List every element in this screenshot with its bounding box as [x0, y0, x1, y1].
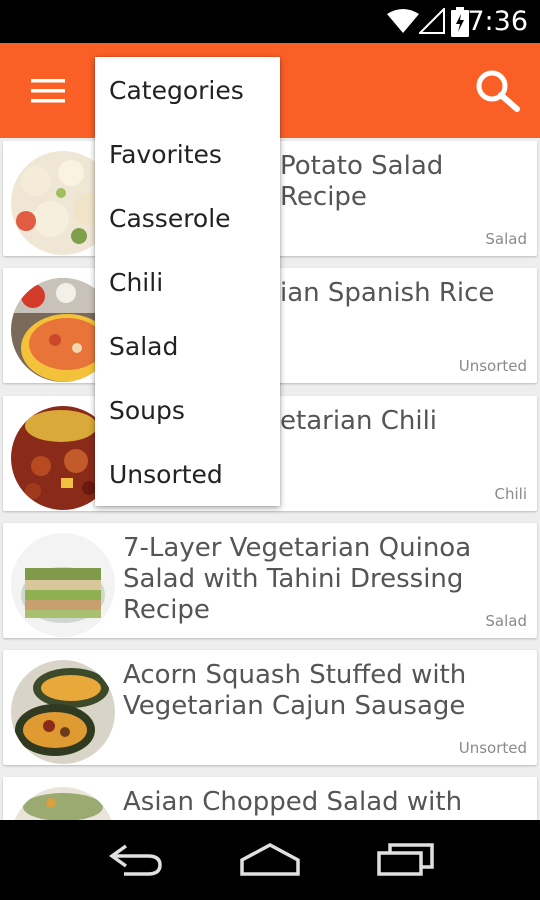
- recipe-title: etarian Chili: [280, 406, 438, 436]
- status-bar: 7:36: [0, 0, 540, 43]
- status-time: 7:36: [467, 6, 528, 37]
- recipe-category: Salad: [485, 612, 527, 630]
- wifi-icon: [386, 8, 420, 39]
- home-button-icon[interactable]: [238, 842, 302, 881]
- recipe-title: 7-Layer Vegetarian Quinoa Salad with Tah…: [123, 533, 472, 625]
- recent-apps-button-icon[interactable]: [376, 842, 436, 881]
- recipe-card[interactable]: 7-Layer Vegetarian Quinoa Salad with Tah…: [3, 523, 537, 638]
- menu-item-favorites[interactable]: Favorites: [95, 123, 280, 187]
- recipe-thumbnail: [11, 787, 115, 820]
- recipe-category: Chili: [494, 485, 527, 503]
- search-icon[interactable]: [475, 69, 521, 118]
- recipe-title: Asian Chopped Salad with: [123, 787, 463, 817]
- recipe-title: ian Spanish Rice: [280, 278, 495, 308]
- back-button-icon[interactable]: [106, 842, 164, 881]
- recipe-card[interactable]: Asian Chopped Salad with: [3, 777, 537, 820]
- recipe-category: Unsorted: [458, 357, 527, 375]
- recipe-category: Salad: [485, 230, 527, 248]
- menu-item-chili[interactable]: Chili: [95, 251, 280, 315]
- navigation-bar: [0, 820, 540, 900]
- recipe-thumbnail: [11, 533, 115, 637]
- recipe-card[interactable]: Acorn Squash Stuffed with Vegetarian Caj…: [3, 650, 537, 765]
- menu-item-casserole[interactable]: Casserole: [95, 187, 280, 251]
- category-dropdown-menu: Categories Favorites Casserole Chili Sal…: [95, 57, 280, 506]
- menu-item-categories[interactable]: Categories: [95, 59, 280, 123]
- recipe-thumbnail: [11, 660, 115, 764]
- menu-item-soups[interactable]: Soups: [95, 379, 280, 443]
- recipe-title: Acorn Squash Stuffed with Vegetarian Caj…: [123, 660, 467, 721]
- recipe-category: Unsorted: [458, 739, 527, 757]
- hamburger-menu-icon[interactable]: [31, 79, 65, 108]
- recipe-title: Potato Salad Recipe: [280, 151, 444, 212]
- signal-icon: [417, 6, 445, 39]
- battery-charging-icon: [451, 7, 469, 42]
- menu-item-unsorted[interactable]: Unsorted: [95, 443, 280, 507]
- menu-item-salad[interactable]: Salad: [95, 315, 280, 379]
